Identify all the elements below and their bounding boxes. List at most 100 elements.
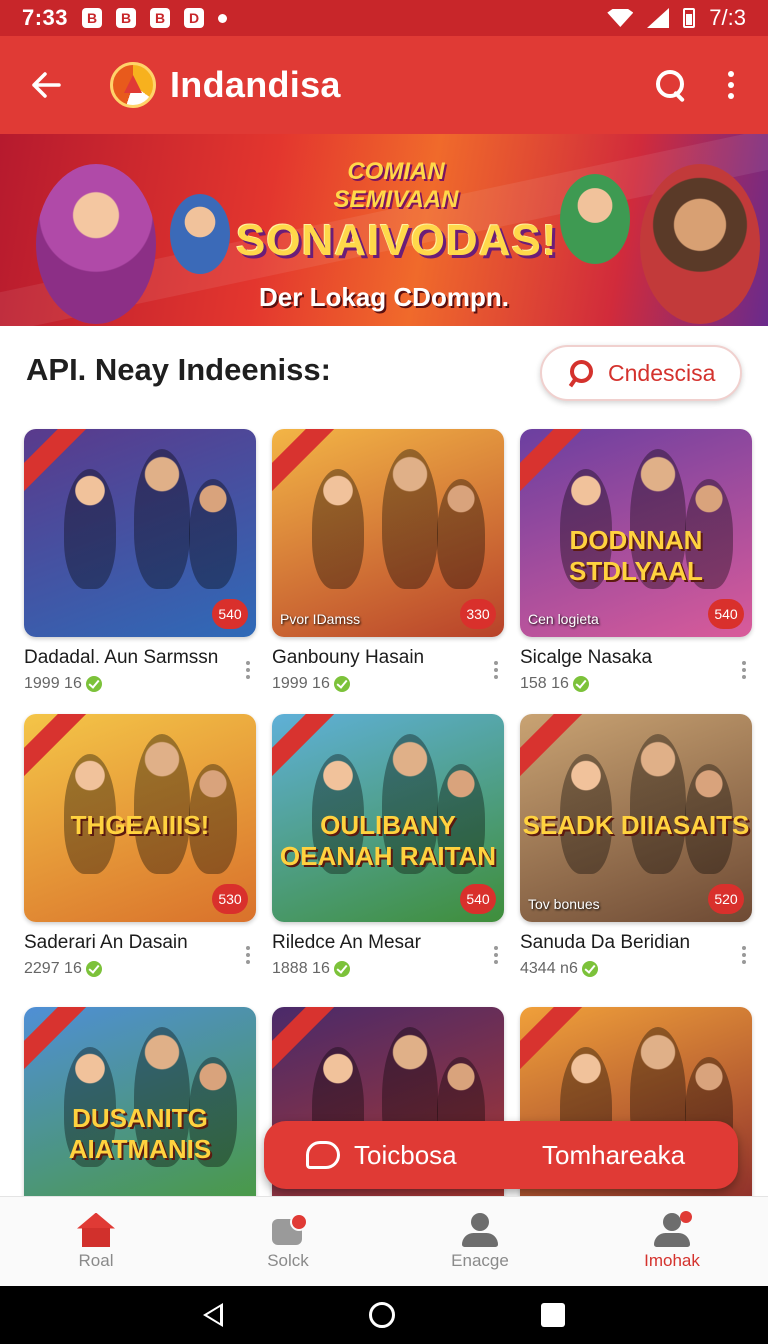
game-meta-text: 4344 n6 — [520, 960, 578, 977]
game-meta: 158 16 — [520, 675, 754, 693]
game-thumbnail: SEADK DIIASAITS Tov bonues 520 — [520, 714, 752, 922]
nav-item-account[interactable]: Enacge — [384, 1197, 576, 1286]
game-meta: 1999 16 — [272, 675, 506, 693]
game-meta: 1888 16 — [272, 960, 506, 978]
system-home-icon[interactable] — [369, 1302, 395, 1328]
game-meta-text: 2297 16 — [24, 960, 82, 977]
person-icon — [460, 1212, 500, 1247]
filter-button[interactable]: Cndescisa — [540, 345, 742, 401]
game-title: Ganbouny Hasain — [272, 647, 425, 668]
nav-item-gift[interactable]: Solck — [192, 1197, 384, 1286]
app-screen: 7:33 B B B D 7/:3 Indandisa COMIAN SEMIV… — [0, 0, 768, 1344]
thumbnail-art-text: THGEAIIIS! — [70, 810, 210, 840]
chat-action-label: Toicbosa — [354, 1139, 457, 1170]
banner-headline: COMIAN SEMIVAAN SONAIVODAS! — [236, 158, 556, 266]
battery-icon — [683, 8, 696, 28]
character-figure — [312, 469, 364, 589]
profile-alert-icon — [652, 1210, 692, 1247]
app-bar: Indandisa — [0, 36, 768, 134]
home-icon — [77, 1213, 115, 1247]
status-right-text: 7/:3 — [709, 5, 746, 30]
verified-check-icon — [333, 961, 350, 977]
system-back-icon[interactable] — [203, 1303, 223, 1327]
search-icon[interactable] — [654, 68, 688, 102]
game-thumbnail: OULIBANY OEANAH RAITAN 540 — [272, 714, 504, 922]
banner-subtitle: Der Lokag CDompn. — [259, 282, 509, 312]
section-title: API. Neay Indeeniss: — [26, 352, 331, 387]
game-thumbnail: DODNNAN STDLYAAL Cen logieta 540 — [520, 429, 752, 637]
app-title: Indandisa — [170, 64, 341, 105]
nav-item-profile[interactable]: Imohak — [576, 1197, 768, 1286]
character-figure — [382, 449, 438, 589]
card-more-icon[interactable] — [494, 946, 500, 964]
verified-check-icon — [581, 961, 598, 977]
secondary-action-label: Tomhareaka — [542, 1139, 686, 1170]
game-card[interactable]: OULIBANY OEANAH RAITAN 540 Riledce An Mesa… — [272, 714, 506, 978]
count-badge: 540 — [212, 599, 248, 629]
count-badge: 530 — [212, 884, 248, 914]
game-meta-text: 1999 16 — [272, 675, 330, 692]
system-recents-icon[interactable] — [541, 1303, 565, 1327]
card-more-icon[interactable] — [246, 946, 252, 964]
thumbnail-caption: Tov bonues — [528, 896, 600, 912]
notification-icon: D — [184, 8, 205, 28]
banner-character-image — [560, 174, 630, 264]
more-vert-icon[interactable] — [728, 71, 736, 99]
notification-icon: B — [116, 8, 137, 28]
game-meta: 4344 n6 — [520, 960, 754, 978]
character-figure — [134, 449, 190, 589]
game-title: Dadadal. Aun Sarmssn — [24, 647, 219, 668]
card-more-icon[interactable] — [494, 661, 500, 679]
signal-icon — [647, 8, 670, 28]
verified-check-icon — [572, 676, 589, 692]
back-arrow-icon[interactable] — [22, 61, 70, 109]
character-figure — [437, 479, 485, 589]
game-card[interactable]: Pvor IDamss 330 Ganbouny Hasain 1999 16 — [272, 429, 506, 693]
notification-dot-icon — [218, 13, 228, 23]
game-card[interactable]: DODNNAN STDLYAAL Cen logieta 540 Sicalge Na… — [520, 429, 754, 693]
thumbnail-caption: Pvor IDamss — [280, 611, 361, 627]
count-badge: 520 — [708, 884, 744, 914]
bottom-nav: Roal Solck Enacge Imohak — [0, 1196, 768, 1286]
card-more-icon[interactable] — [246, 661, 252, 679]
secondary-action-button[interactable]: Tomhareaka — [514, 1121, 685, 1189]
card-more-icon[interactable] — [742, 946, 748, 964]
system-nav-bar — [0, 1286, 768, 1344]
game-thumbnail: Pvor IDamss 330 — [272, 429, 504, 637]
game-card[interactable]: SEADK DIIASAITS Tov bonues 520 Sanuda Da Be… — [520, 714, 754, 978]
thumbnail-art-text: OULIBANY OEANAH RAITAN — [279, 810, 497, 871]
game-meta-text: 1999 16 — [24, 675, 82, 692]
game-title: Sicalge Nasaka — [520, 647, 653, 668]
character-figure — [64, 469, 116, 589]
count-badge: 330 — [460, 599, 496, 629]
game-meta: 1999 16 — [24, 675, 258, 693]
banner-line-1: COMIAN — [347, 158, 445, 185]
banner-character-image — [170, 194, 230, 274]
nav-label: Enacge — [451, 1250, 509, 1270]
nav-label: Imohak — [644, 1250, 700, 1270]
thumbnail-art-text: DUSANITG AIATMANIS — [68, 1103, 212, 1164]
promo-banner[interactable]: COMIAN SEMIVAAN SONAIVODAS! Der Lokag CD… — [0, 134, 768, 326]
game-meta: 2297 16 — [24, 960, 258, 978]
notification-icon: B — [82, 8, 103, 28]
game-card[interactable]: 540 Dadadal. Aun Sarmssn 1999 16 — [24, 429, 258, 693]
filter-button-label: Cndescisa — [608, 359, 716, 386]
status-bar: 7:33 B B B D 7/:3 — [0, 0, 768, 36]
game-title: Sanuda Da Beridian — [520, 932, 691, 953]
search-icon — [568, 360, 594, 386]
count-badge: 540 — [460, 884, 496, 914]
notification-icon: B — [150, 8, 171, 28]
nav-item-home[interactable]: Roal — [0, 1197, 192, 1286]
card-more-icon[interactable] — [742, 661, 748, 679]
verified-check-icon — [85, 961, 102, 977]
status-time: 7:33 — [22, 5, 69, 30]
game-title: Riledce An Mesar — [272, 932, 421, 953]
game-meta-text: 1888 16 — [272, 960, 330, 977]
game-meta-text: 158 16 — [520, 675, 569, 692]
nav-label: Roal — [78, 1250, 114, 1270]
game-card[interactable]: THGEAIIIS! 530 Saderari An Dasain 2297 16 — [24, 714, 258, 978]
chat-action-button[interactable]: Toicbosa — [264, 1121, 514, 1189]
character-figure — [630, 734, 686, 874]
gift-icon — [270, 1212, 308, 1247]
thumbnail-art-text: DODNNAN STDLYAAL — [569, 525, 703, 586]
